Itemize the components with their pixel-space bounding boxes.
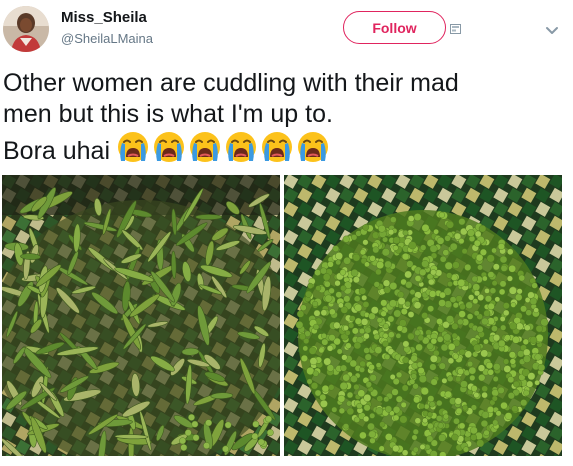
tweet-media[interactable] <box>2 175 562 456</box>
shelled-green-peas-in-basket-photo[interactable] <box>284 175 562 456</box>
emoji-row <box>116 130 330 164</box>
loudly-crying-face-emoji <box>190 132 221 162</box>
follow-button[interactable]: Follow <box>343 11 446 44</box>
chevron-down-icon[interactable] <box>545 26 559 36</box>
avatar[interactable] <box>3 6 49 52</box>
loudly-crying-face-emoji <box>226 132 257 162</box>
loudly-crying-face-emoji <box>118 132 149 162</box>
loudly-crying-face-emoji <box>298 132 329 162</box>
loudly-crying-face-emoji <box>154 132 185 162</box>
author-handle[interactable]: @SheilaLMaina <box>61 31 153 46</box>
tweet-text: Other women are cuddling with their mad … <box>3 68 563 167</box>
shelled-peas-image <box>284 175 562 456</box>
loudly-crying-face-emoji <box>262 132 293 162</box>
green-pea-pods-in-basket-photo[interactable] <box>2 175 280 456</box>
pea-pods-image <box>2 175 280 456</box>
tweet-header: Miss_Sheila @SheilaLMaina Follow <box>0 0 573 62</box>
direct-message-icon[interactable] <box>450 24 461 34</box>
author-display-name[interactable]: Miss_Sheila <box>61 9 147 26</box>
